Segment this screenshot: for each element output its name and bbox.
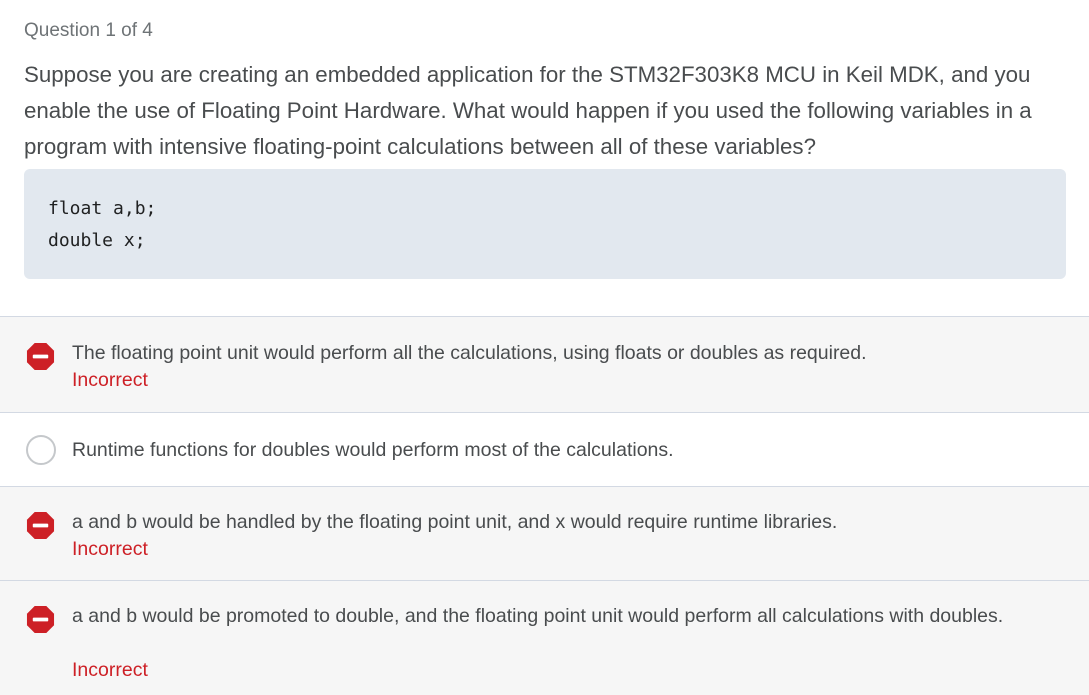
answer-option-3[interactable]: a and b would be handled by the floating… [0,486,1089,580]
incorrect-icon [26,511,55,540]
answer-status: Incorrect [72,538,148,560]
question-prompt: Suppose you are creating an embedded app… [24,62,1032,159]
incorrect-icon [26,605,55,634]
answer-option-2[interactable]: Runtime functions for doubles would perf… [0,412,1089,486]
answer-text: The floating point unit would perform al… [72,342,867,364]
answer-text: Runtime functions for doubles would perf… [72,439,674,461]
code-line: double x; [48,230,146,251]
incorrect-icon [26,342,55,371]
answer-text: a and b would be handled by the floating… [72,511,838,533]
code-block: float a,b; double x; [24,169,1066,279]
answer-text: a and b would be promoted to double, and… [72,605,1004,627]
answer-status: Incorrect [72,369,148,391]
answer-option-1[interactable]: The floating point unit would perform al… [0,316,1089,412]
answer-option-4[interactable]: a and b would be promoted to double, and… [0,580,1089,695]
radio-icon[interactable] [26,435,56,465]
answer-status: Incorrect [72,659,148,681]
question-counter: Question 1 of 4 [24,20,153,41]
code-line: float a,b; [48,198,157,219]
